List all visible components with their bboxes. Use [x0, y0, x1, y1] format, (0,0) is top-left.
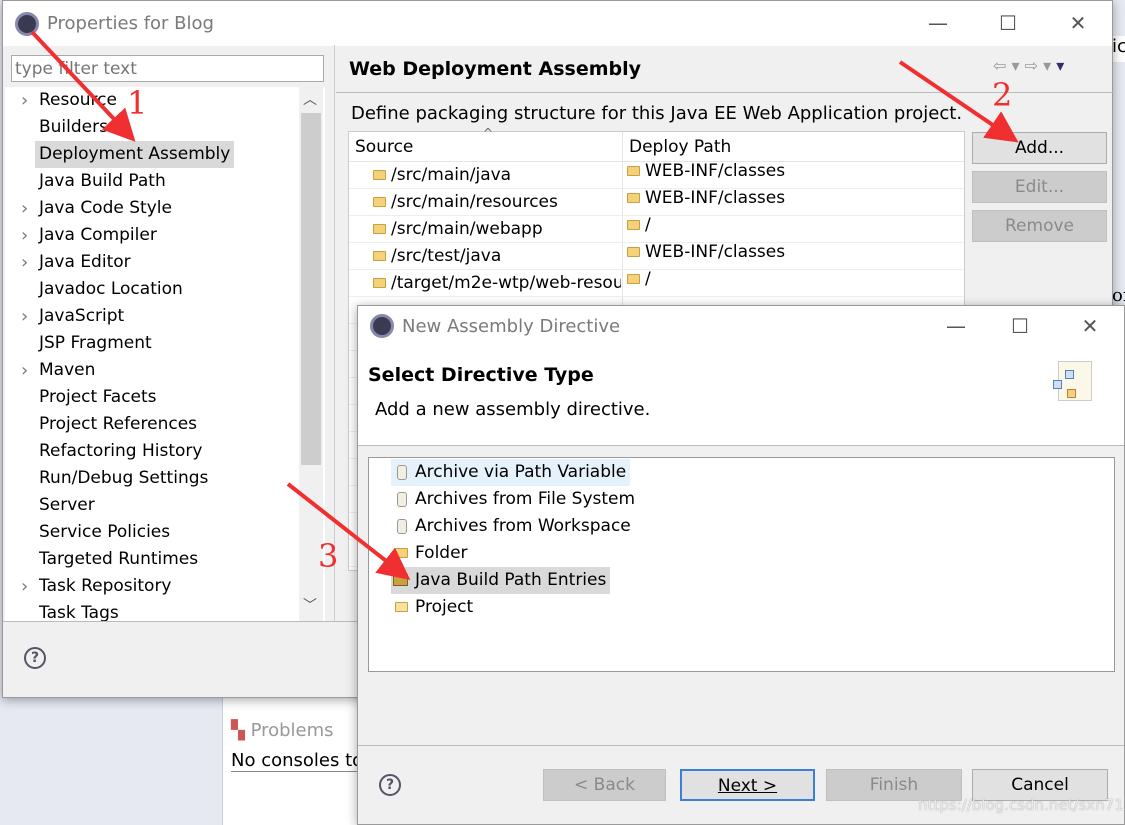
- annotation-step3: 3: [318, 537, 339, 575]
- arrow-step1: [30, 30, 136, 142]
- annotation-step1: 1: [127, 84, 148, 122]
- annotation-step2: 2: [992, 76, 1013, 114]
- arrow-step3: [286, 482, 411, 580]
- annotation-arrows: [30, 30, 1019, 580]
